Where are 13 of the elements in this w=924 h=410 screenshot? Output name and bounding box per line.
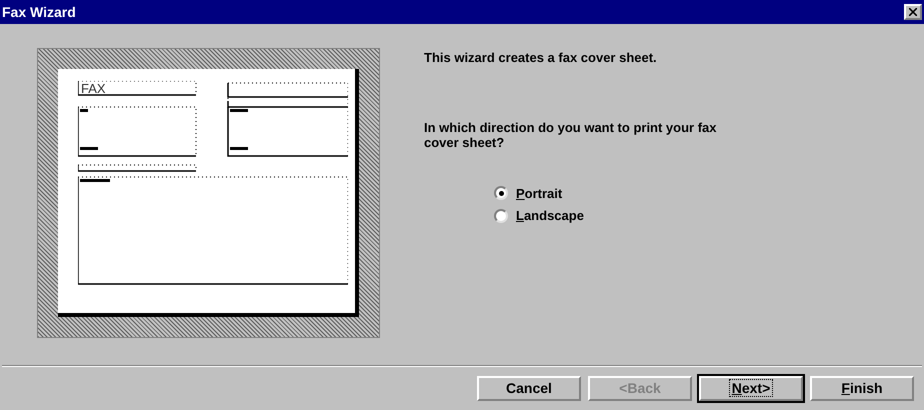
fax-heading: FAX [81,82,106,95]
dialog-button[interactable]: Cancel [477,376,581,401]
radio-option[interactable]: Landscape [494,206,744,226]
radio-button[interactable] [494,186,508,200]
close-button[interactable] [904,4,922,20]
dialog-button[interactable]: Finish [810,376,914,401]
dialog-button[interactable]: Next> [699,376,803,401]
window-title: Fax Wizard [2,2,76,22]
question-text: In which direction do you want to print your fax cover sheet? [424,120,718,150]
intro-text: This wizard creates a fax cover sheet. [424,49,658,67]
radio-button[interactable] [494,208,508,223]
close-icon [909,8,917,16]
radio-option[interactable]: Portrait [494,184,744,203]
